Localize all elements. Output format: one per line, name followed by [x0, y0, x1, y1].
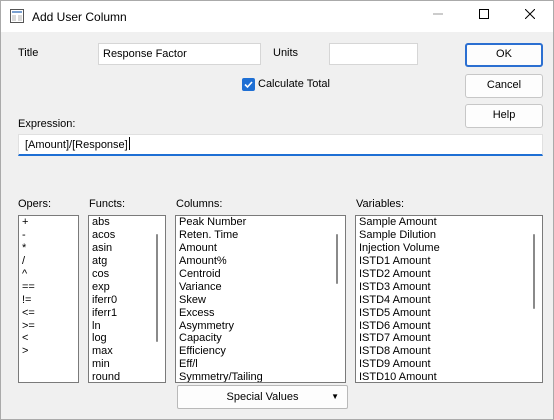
calculate-total-label: Calculate Total: [258, 78, 330, 90]
columns-list[interactable]: Peak Number Reten. Time Amount Amount% Centr…: [175, 215, 346, 383]
column-item[interactable]: Capacity: [179, 332, 342, 345]
functs-list[interactable]: abs acos asin atg cos exp iferr0 iferr1 ln log max…: [88, 215, 166, 383]
column-item[interactable]: Excess: [179, 307, 342, 320]
opers-label: Opers:: [18, 198, 52, 210]
title-bar: Add User Column: [1, 1, 553, 32]
function-item[interactable]: abs: [92, 216, 162, 229]
variables-label: Variables:: [356, 198, 405, 210]
expression-label: Expression:: [18, 118, 76, 130]
operator-item[interactable]: <: [22, 332, 75, 345]
ok-button[interactable]: OK: [465, 43, 543, 67]
column-item[interactable]: Amount%: [179, 255, 342, 268]
close-icon[interactable]: [507, 1, 553, 32]
variables-scrollbar[interactable]: [533, 234, 535, 309]
operator-item[interactable]: +: [22, 216, 75, 229]
variable-item[interactable]: Injection Volume: [359, 242, 539, 255]
variable-item[interactable]: ISTD7 Amount: [359, 332, 539, 345]
operator-item[interactable]: ==: [22, 281, 75, 294]
checkmark-icon: [244, 81, 253, 89]
operator-item[interactable]: >=: [22, 320, 75, 333]
operator-item[interactable]: *: [22, 242, 75, 255]
variables-list[interactable]: Sample Amount Sample Dilution Injection Vo…: [355, 215, 543, 383]
add-user-column-dialog: Add User Column Title Response Factor Un…: [0, 0, 554, 420]
operator-item[interactable]: <=: [22, 307, 75, 320]
column-item[interactable]: Centroid: [179, 268, 342, 281]
column-item[interactable]: Efficiency: [179, 345, 342, 358]
function-item[interactable]: exp: [92, 281, 162, 294]
variable-item[interactable]: ISTD9 Amount: [359, 358, 539, 371]
units-input[interactable]: [329, 43, 418, 65]
variable-item[interactable]: Sample Amount: [359, 216, 539, 229]
function-item[interactable]: atg: [92, 255, 162, 268]
column-item[interactable]: Amount: [179, 242, 342, 255]
function-item[interactable]: round: [92, 371, 162, 382]
special-values-button[interactable]: Special Values ▼: [177, 385, 348, 409]
window-title: Add User Column: [32, 10, 127, 24]
function-item[interactable]: asin: [92, 242, 162, 255]
app-icon: [10, 9, 24, 23]
function-item[interactable]: iferr1: [92, 307, 162, 320]
operator-item[interactable]: -: [22, 229, 75, 242]
operator-item[interactable]: !=: [22, 294, 75, 307]
column-item[interactable]: Skew: [179, 294, 342, 307]
expression-text: [Amount]/[Response]: [25, 139, 128, 151]
calculate-total-checkbox[interactable]: [242, 78, 255, 91]
opers-list[interactable]: + - * / ^ == != <= >= < >: [18, 215, 79, 383]
variable-item[interactable]: ISTD6 Amount: [359, 320, 539, 333]
operator-item[interactable]: ^: [22, 268, 75, 281]
columns-scrollbar[interactable]: [336, 234, 338, 284]
column-item[interactable]: Variance: [179, 281, 342, 294]
functs-label: Functs:: [89, 198, 126, 210]
function-item[interactable]: acos: [92, 229, 162, 242]
variable-item[interactable]: ISTD3 Amount: [359, 281, 539, 294]
variable-item[interactable]: ISTD10 Amount: [359, 371, 539, 382]
cancel-button[interactable]: Cancel: [465, 74, 543, 98]
variable-item[interactable]: ISTD1 Amount: [359, 255, 539, 268]
dropdown-arrow-icon: ▼: [331, 392, 339, 401]
column-item[interactable]: Asymmetry: [179, 320, 342, 333]
title-label: Title: [18, 47, 39, 59]
variable-item[interactable]: ISTD8 Amount: [359, 345, 539, 358]
column-item[interactable]: Reten. Time: [179, 229, 342, 242]
text-caret: [128, 137, 130, 150]
function-item[interactable]: max: [92, 345, 162, 358]
variable-item[interactable]: ISTD4 Amount: [359, 294, 539, 307]
function-item[interactable]: cos: [92, 268, 162, 281]
column-item[interactable]: Symmetry/Tailing: [179, 371, 342, 382]
function-item[interactable]: iferr0: [92, 294, 162, 307]
title-input[interactable]: Response Factor: [98, 43, 261, 65]
operator-item[interactable]: >: [22, 345, 75, 358]
column-item[interactable]: Eff/l: [179, 358, 342, 371]
variable-item[interactable]: Sample Dilution: [359, 229, 539, 242]
variable-item[interactable]: ISTD2 Amount: [359, 268, 539, 281]
columns-label: Columns:: [176, 198, 223, 210]
maximize-icon[interactable]: [461, 1, 507, 32]
operator-item[interactable]: /: [22, 255, 75, 268]
special-values-label: Special Values: [226, 391, 299, 403]
expression-input[interactable]: [Amount]/[Response]: [18, 134, 543, 156]
help-button[interactable]: Help: [465, 104, 543, 128]
function-item[interactable]: log: [92, 332, 162, 345]
functs-scrollbar[interactable]: [156, 234, 158, 342]
function-item[interactable]: ln: [92, 320, 162, 333]
function-item[interactable]: min: [92, 358, 162, 371]
units-label: Units: [273, 47, 299, 59]
variable-item[interactable]: ISTD5 Amount: [359, 307, 539, 320]
column-item[interactable]: Peak Number: [179, 216, 342, 229]
minimize-icon[interactable]: [415, 1, 461, 32]
